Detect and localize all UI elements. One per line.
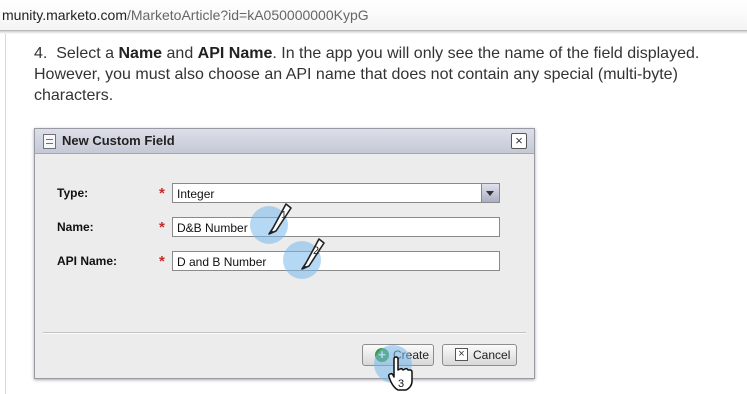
instruction-text-2: and [162,45,198,62]
url-path: /MarketoArticle?id=kA050000000KypG [127,7,369,23]
hand-cursor-3-icon: 3 [387,356,413,391]
chevron-down-icon[interactable] [481,184,499,202]
close-icon: × [455,348,468,361]
type-label: Type: [57,186,89,200]
marker-2-label: 2 [313,245,319,257]
required-asterisk-api-name: * [159,253,165,270]
api-name-input[interactable]: D and B Number [172,251,500,271]
instruction-bold-name: Name [118,45,163,62]
name-input-value: D&B Number [177,221,248,235]
dialog-titlebar[interactable]: New Custom Field × [35,129,534,154]
instruction-text-1: Select a [56,45,119,62]
marker-3-label: 3 [398,378,404,390]
toolbar-shadow [0,31,747,34]
required-asterisk-type: * [159,185,165,202]
page-left-border [5,34,6,394]
name-label: Name: [57,220,94,234]
step-number: 4. [34,45,48,62]
instruction-bold-api-name: API Name [197,45,273,62]
cancel-button[interactable]: × Cancel [442,344,517,366]
type-select-value: Integer [177,187,215,201]
marker-1-label: 1 [281,210,287,221]
url-text[interactable]: munity.marketo.com/MarketoArticle?id=kA0… [2,7,369,23]
url-domain: munity.marketo.com [2,7,127,23]
dialog-separator [43,332,526,334]
dialog-title: New Custom Field [62,133,175,148]
document-icon [43,134,56,149]
cancel-button-label: Cancel [473,348,511,362]
pencil-marker-1-icon: 1 [268,203,292,235]
required-asterisk-name: * [159,219,165,236]
name-input[interactable]: D&B Number [172,217,500,237]
api-name-label: API Name: [57,254,118,268]
close-icon[interactable]: × [511,133,527,149]
step-instructions: 4. Select a Name and API Name. In the ap… [34,43,734,106]
type-select[interactable]: Integer [172,183,500,203]
address-bar[interactable]: munity.marketo.com/MarketoArticle?id=kA0… [0,0,747,34]
pencil-marker-2-icon: 2 [301,238,325,270]
api-name-input-value: D and B Number [177,255,267,269]
